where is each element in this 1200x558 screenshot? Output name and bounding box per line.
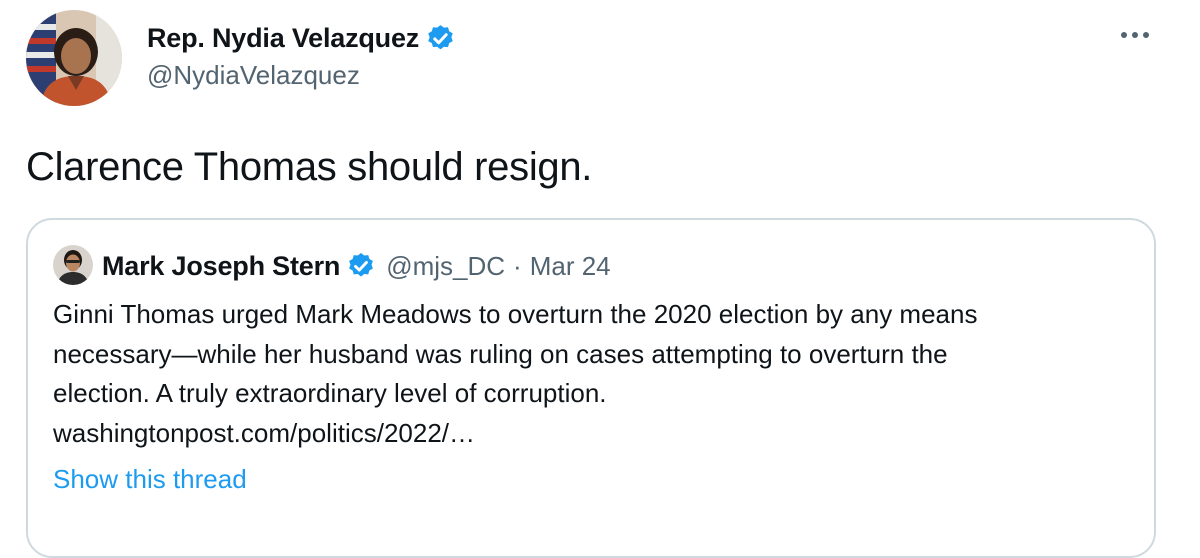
more-horizontal-icon: [1121, 32, 1149, 38]
quoted-tweet-date[interactable]: Mar 24: [530, 251, 611, 282]
quoted-author-handle[interactable]: @mjs_DC: [386, 251, 505, 282]
author-name-row: Rep. Nydia Velazquez: [147, 20, 456, 56]
quoted-text-line: necessary—while her husband was ruling o…: [53, 338, 948, 369]
quoted-tweet-text: Ginni Thomas urged Mark Meadows to overt…: [53, 295, 1143, 453]
quoted-text-line: election. A truly extraordinary level of…: [53, 378, 607, 408]
verified-badge-icon: [346, 251, 376, 281]
quoted-header: Mark Joseph Stern @mjs_DC · Mar 24: [102, 248, 611, 284]
show-thread-link[interactable]: Show this thread: [53, 464, 247, 495]
verified-badge-icon: [425, 23, 456, 54]
quoted-author-avatar[interactable]: [53, 245, 93, 285]
quoted-tweet-card[interactable]: Mark Joseph Stern @mjs_DC · Mar 24 Ginni…: [26, 218, 1156, 558]
separator-dot: ·: [513, 250, 522, 281]
author-name[interactable]: Rep. Nydia Velazquez: [147, 23, 419, 54]
author-avatar[interactable]: [26, 10, 122, 106]
quoted-text-link[interactable]: washingtonpost.com/politics/2022/…: [53, 414, 1143, 454]
tweet-text: Clarence Thomas should resign.: [26, 145, 593, 189]
quoted-text-line: Ginni Thomas urged Mark Meadows to overt…: [53, 299, 978, 329]
author-handle[interactable]: @NydiaVelazquez: [147, 60, 360, 91]
quoted-author-name[interactable]: Mark Joseph Stern: [102, 251, 340, 282]
more-options-button[interactable]: [1118, 22, 1152, 48]
